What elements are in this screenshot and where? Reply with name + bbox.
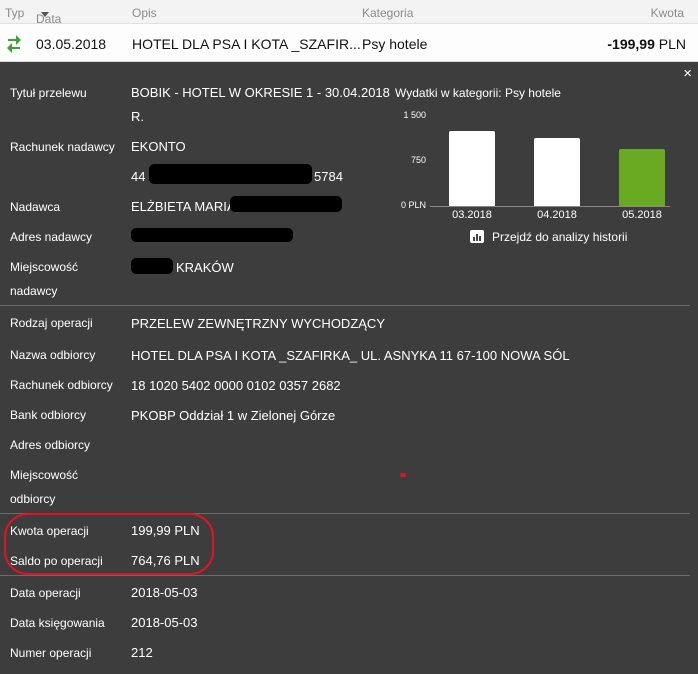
sender-city-label-line1: Miejscowość (10, 260, 79, 274)
red-highlight-circle (4, 513, 214, 575)
transaction-amount: -199,99 PLN (607, 36, 686, 52)
table-header: Typ Data Opis Kategoria Kwota (0, 0, 698, 26)
chart-bar[interactable] (449, 131, 495, 206)
chart-category-name: Psy hotele (504, 86, 561, 100)
recipient-bank-label: Bank odbiorcy (10, 408, 87, 422)
redaction-bar (131, 258, 173, 274)
transaction-currency: PLN (658, 36, 686, 52)
recipient-account-label: Rachunek odbiorcy (10, 378, 113, 392)
transaction-description: HOTEL DLA PSA I KOTA _SZAFIR... (132, 36, 361, 52)
column-header-description: Opis (132, 6, 157, 20)
booking-date-value: 2018-05-03 (131, 615, 198, 630)
transaction-date: 03.05.2018 (36, 36, 107, 52)
sender-account-name: EKONTO (131, 139, 186, 154)
chart-bar[interactable] (534, 137, 580, 206)
recipient-account-value: 18 1020 5402 0000 0102 0357 2682 (131, 378, 341, 393)
column-header-category: Kategoria (362, 6, 414, 20)
history-analysis-link-label: Przejdź do analizy historii (492, 230, 628, 244)
operation-number-label: Numer operacji (10, 646, 92, 660)
operation-date-value: 2018-05-03 (131, 585, 198, 600)
y-tick-label: 1 500 (403, 110, 426, 120)
sort-desc-icon (41, 12, 49, 17)
close-icon[interactable]: × (683, 66, 692, 82)
operation-type-value: PRZELEW ZEWNĘTRZNY WYCHODZĄCY (131, 316, 385, 331)
sender-city-label-line2: nadawcy (10, 284, 58, 298)
chart-title-text: Wydatki w kategorii: (395, 86, 502, 100)
recipient-name-label: Nazwa odbiorcy (10, 348, 96, 362)
sender-city-value: KRAKÓW (176, 260, 234, 275)
recipient-name-value: HOTEL DLA PSA I KOTA _SZAFIRKA_ UL. ASNY… (131, 348, 570, 363)
y-tick-label: 0 PLN (400, 200, 426, 210)
chart-bar[interactable] (619, 149, 665, 206)
transfer-arrows-icon (7, 35, 21, 53)
redaction-bar (230, 196, 342, 212)
x-tick-label: 04.2018 (537, 209, 577, 221)
transfer-title-label: Tytuł przelewu (10, 86, 87, 100)
recipient-bank-value: PKOBP Oddział 1 w Zielonej Górze (131, 408, 336, 423)
recipient-city-label-line2: odbiorcy (10, 492, 56, 506)
operation-date-label: Data operacji (10, 586, 81, 600)
x-tick-label: 03.2018 (452, 209, 492, 221)
redaction-bar (149, 164, 312, 184)
chart-baseline (430, 206, 670, 207)
recipient-city-label-line1: Miejscowość (10, 468, 79, 482)
chart-title: Wydatki w kategorii: Psy hotele (395, 86, 561, 100)
sender-label: Nadawca (10, 200, 61, 214)
divider (0, 575, 690, 576)
history-analysis-link[interactable]: Przejdź do analizy historii (470, 230, 627, 244)
transfer-title-value-line2: R. (131, 109, 144, 124)
transaction-row[interactable]: 03.05.2018 HOTEL DLA PSA I KOTA _SZAFIR.… (0, 24, 698, 62)
transaction-category[interactable]: Psy hotele (362, 36, 427, 52)
x-tick-label: 05.2018 (622, 209, 662, 221)
sender-name: ELŻBIETA MARIA (131, 199, 236, 214)
red-annotation-mark (400, 473, 406, 477)
redaction-bar (131, 228, 293, 242)
bar-chart-icon (470, 230, 484, 243)
booking-date-label: Data księgowania (10, 616, 105, 630)
sender-address-label: Adres nadawcy (10, 230, 93, 244)
divider (0, 305, 690, 306)
transaction-amount-value: -199,99 (607, 36, 655, 52)
recipient-address-label: Adres odbiorcy (10, 438, 91, 452)
sender-account-label: Rachunek nadawcy (10, 140, 115, 154)
operation-number-value: 212 (131, 645, 153, 660)
y-tick-label: 750 (410, 155, 426, 165)
category-spending-chart: Wydatki w kategorii: Psy hotele Przejdź … (392, 82, 682, 252)
sender-account-prefix: 44 (131, 169, 146, 184)
operation-type-label: Rodzaj operacji (10, 316, 93, 330)
transfer-title-value-line1: BOBIK - HOTEL W OKRESIE 1 - 30.04.2018 (131, 85, 390, 100)
column-header-amount: Kwota (650, 6, 684, 20)
sender-account-suffix: 5784 (314, 169, 343, 184)
column-header-type: Typ (5, 6, 25, 20)
transaction-details-panel: × Tytuł przelewu BOBIK - HOTEL W OKRESIE… (0, 62, 698, 674)
